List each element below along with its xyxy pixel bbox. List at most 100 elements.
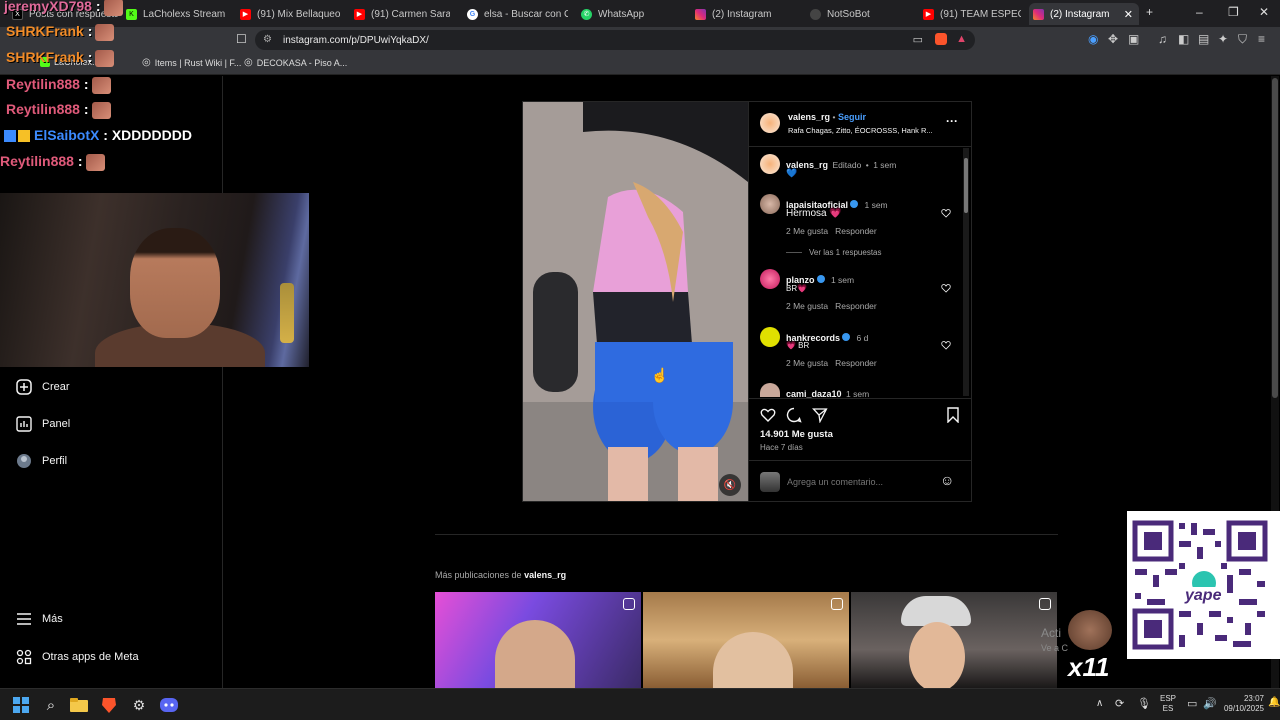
windows-taskbar: ⌕ ⚙ ∧ ⟳ 🎙 ESP ES ▭ 🔊 23:07 09/10/2025 🔔 [0,688,1280,720]
sidebar-toggle-icon[interactable]: ◧ [1178,32,1189,46]
extensions-icon[interactable]: ✥ [1108,32,1118,46]
tab-team-especiales[interactable]: ▶ (91) TEAM ESPECIALES [919,3,1021,25]
tab-youtube-carmen[interactable]: ▶ (91) Carmen Sarah [350,3,450,25]
sidebar-item-label: Más [42,613,63,625]
brave-rewards-icon[interactable]: ▲ [956,33,967,45]
comment-actions: 2 Me gusta Responder [786,226,877,236]
new-tab-button[interactable]: + [1146,5,1153,19]
monkey-emote-icon [1068,610,1112,650]
more-posts-user[interactable]: valens_rg [524,570,566,580]
sidebar-item-otras-apps[interactable]: Otras apps de Meta [16,649,139,665]
like-comment-heart-icon[interactable] [941,340,951,350]
screenshot-icon[interactable]: ▣ [1128,32,1139,46]
like-comment-heart-icon[interactable] [941,208,951,218]
like-comment-heart-icon[interactable] [941,283,951,293]
file-explorer-icon[interactable] [70,696,88,714]
more-options-icon[interactable]: ··· [946,114,958,128]
volume-icon[interactable]: 🔊 [1203,697,1217,710]
verified-badge-icon [842,332,851,341]
comment-likes[interactable]: 2 Me gusta [786,226,828,236]
more-post-thumbnail[interactable] [643,592,849,688]
more-post-thumbnail[interactable] [851,592,1057,688]
save-bookmark-icon[interactable] [946,407,960,423]
clock-date: 09/10/2025 [1223,704,1264,713]
url-field[interactable]: ⚙ instagram.com/p/DPUwiYqkaDX/ ▭ ▲ [255,30,975,50]
brave-browser-icon[interactable] [100,696,118,714]
search-icon[interactable]: ⌕ [42,696,60,714]
reply-button[interactable]: Responder [835,226,877,236]
comment-likes[interactable]: 2 Me gusta [786,301,828,311]
post-video[interactable]: ☝ 🔇 [523,102,748,501]
tab-notsobot[interactable]: NotSoBot [806,3,906,25]
scrollbar-thumb[interactable] [964,158,968,213]
more-posts-heading: Más publicaciones de valens_rg [435,570,566,580]
tab-google-search[interactable]: G elsa - Buscar con Goog [463,3,568,25]
chat-username: Reytilin888 [6,101,80,117]
tab-instagram-1[interactable]: (2) Instagram [691,3,791,25]
sidebar-item-crear[interactable]: Crear [16,379,70,395]
chat-message: Reytilin888 : [0,153,105,171]
emote-icon [91,76,111,94]
author-avatar[interactable] [760,113,780,133]
speaker-icon[interactable]: ◉ [1088,32,1098,46]
network-icon[interactable]: ▭ [1187,697,1197,710]
thumbnail-subject [495,620,575,688]
view-replies-link[interactable]: Ver las 1 respuestas [809,248,881,257]
site-info-icon[interactable]: ⚙ [263,34,272,45]
notification-icon[interactable]: 🔔 [1268,697,1280,708]
minimize-icon[interactable]: – [1196,5,1203,19]
reel-icon [623,598,635,610]
windows-start-icon[interactable] [12,696,30,714]
comment-header: cami_daza10 1 sem [786,384,869,402]
likes-count[interactable]: 14.901 Me gusta [760,429,833,440]
menu-icon[interactable]: ≡ [1258,32,1265,46]
close-tab-icon[interactable]: ✕ [1124,8,1133,21]
like-heart-icon[interactable] [760,407,776,423]
add-comment-input[interactable] [787,474,937,490]
page-scrollbar-thumb[interactable] [1272,78,1278,398]
reply-button[interactable]: Responder [835,301,877,311]
input-language[interactable]: ESP ES [1160,694,1176,714]
sidebar-item-perfil[interactable]: Perfil [16,453,67,469]
follow-button[interactable]: Seguir [838,112,866,122]
settings-gear-icon[interactable]: ⚙ [130,696,148,714]
share-icon[interactable] [812,407,828,423]
sidebar-item-mas[interactable]: Más [16,611,63,627]
mute-toggle-icon[interactable]: 🔇 [719,474,741,496]
tab-instagram-active[interactable]: (2) Instagram ✕ [1029,3,1139,25]
comments-scrollbar[interactable] [963,148,969,396]
comment-avatar[interactable] [760,383,780,397]
url-text: instagram.com/p/DPUwiYqkaDX/ [283,34,429,46]
cast-icon[interactable]: ▭ [913,33,923,46]
brave-shield-icon[interactable] [935,33,947,45]
verified-badge-icon [816,274,825,283]
close-window-icon[interactable]: ✕ [1259,5,1269,19]
more-post-thumbnail[interactable] [435,592,641,688]
sidebar-item-panel[interactable]: Panel [16,416,70,432]
tab-whatsapp[interactable]: ✆ WhatsApp [577,3,677,25]
comment-avatar[interactable] [760,327,780,347]
microphone-icon[interactable]: 🎙 [1137,697,1151,710]
stream-chat-overlay: jeremyXD798 : SHRKFrank : SHRKFrank : Re… [0,0,260,178]
audio-credits[interactable]: Rafa Chagas, Zitto, ÉOCROSSS, Hank R... [788,126,938,135]
comment-avatar[interactable] [760,269,780,289]
comment-avatar[interactable] [760,194,780,214]
emoji-icon[interactable]: ☺ [940,472,954,488]
leo-ai-icon[interactable]: ✦ [1218,32,1228,46]
tab-label: (91) Mix Bellaqueo [257,8,341,20]
sync-icon[interactable]: ⟳ [1115,697,1124,710]
activate-windows-watermark: Acti [1041,626,1062,640]
chat-separator: : [83,76,89,92]
wallet-icon[interactable]: ▤ [1198,32,1209,46]
reply-button[interactable]: Responder [835,358,877,368]
restore-icon[interactable]: ❐ [1228,5,1239,19]
caption-avatar[interactable] [760,154,780,174]
tray-expand-icon[interactable]: ∧ [1096,698,1103,709]
discord-icon[interactable] [160,696,178,714]
comment-bubble-icon[interactable] [786,407,802,423]
comment-likes[interactable]: 2 Me gusta [786,358,828,368]
music-icon[interactable]: ♫ [1158,32,1167,46]
vpn-shield-icon[interactable]: ⛉ [1238,32,1247,47]
clock[interactable]: 23:07 09/10/2025 [1222,694,1264,714]
author-username[interactable]: valens_rg [788,112,830,122]
